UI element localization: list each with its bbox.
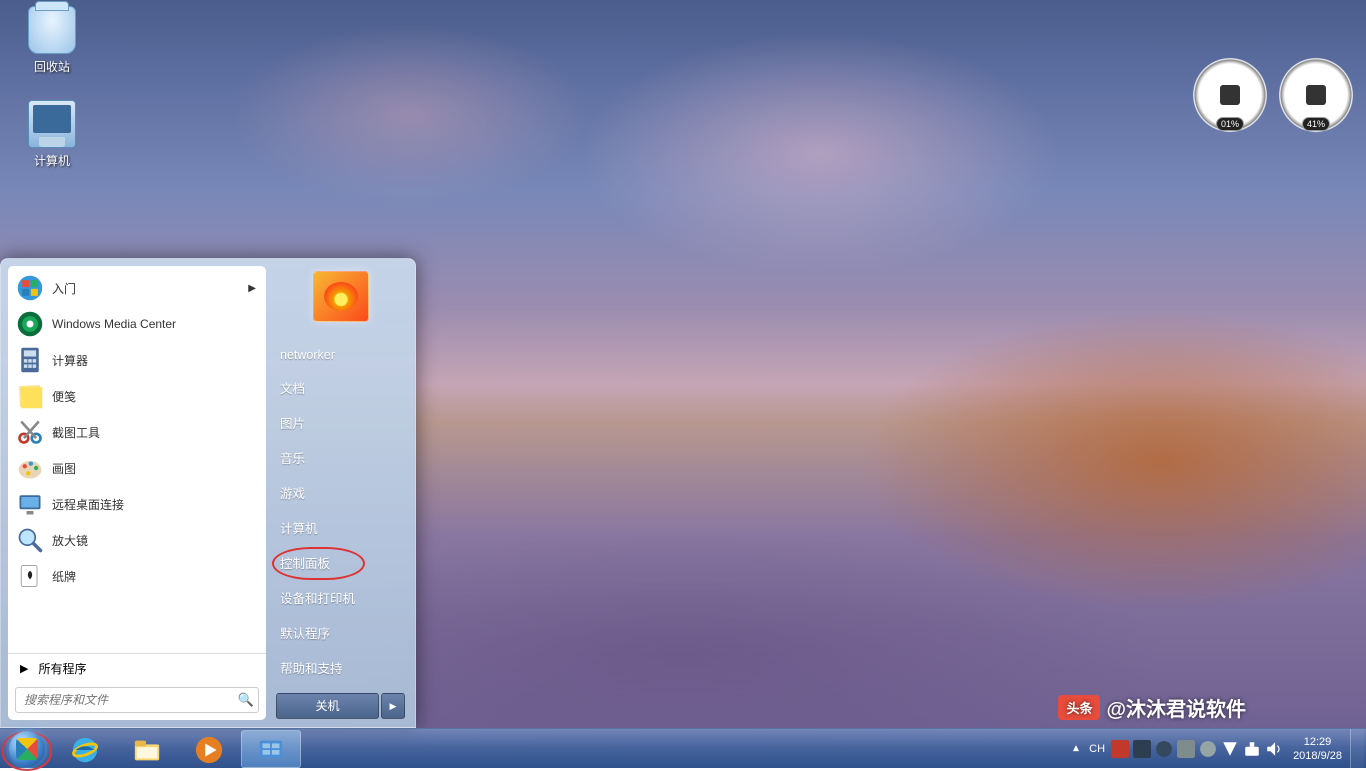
shutdown-row: 关机 ▶ bbox=[276, 693, 405, 719]
program-label: 纸牌 bbox=[52, 568, 76, 585]
taskbar-button-media-player[interactable] bbox=[179, 730, 239, 768]
desktop-wallpaper: 回收站 计算机 01% 41% 头条 @沐沐君说软件 入门 ▶ Windows Me… bbox=[0, 0, 1366, 768]
sidebar-gadgets: 01% 41% bbox=[1190, 55, 1356, 135]
taskbar-button-file-explorer[interactable] bbox=[117, 730, 177, 768]
program-item-snipping-tool[interactable]: 截图工具 bbox=[10, 414, 264, 450]
program-label: 远程桌面连接 bbox=[52, 496, 124, 513]
search-icon: 🔍 bbox=[234, 692, 258, 708]
start-right-computer-link[interactable]: 计算机 bbox=[276, 510, 405, 545]
sticky-notes-icon bbox=[16, 382, 44, 410]
watermark-logo: 头条 bbox=[1058, 695, 1100, 720]
desktop-icon-label: 计算机 bbox=[14, 152, 90, 169]
watermark: 头条 @沐沐君说软件 bbox=[1058, 693, 1246, 722]
search-input[interactable] bbox=[16, 693, 234, 707]
tray-app-icon[interactable] bbox=[1199, 740, 1217, 758]
start-menu-search[interactable]: 🔍 bbox=[15, 687, 259, 713]
program-item-paint[interactable]: 画图 bbox=[10, 450, 264, 486]
gauge-value: 41% bbox=[1302, 117, 1330, 131]
tray-app-icon[interactable] bbox=[1177, 740, 1195, 758]
magnifier-icon bbox=[16, 526, 44, 554]
media-center-icon bbox=[16, 310, 44, 338]
start-menu: 入门 ▶ Windows Media Center 计算器便笺截图工具画图远程桌面连接… bbox=[0, 258, 416, 728]
taskbar-button-internet-explorer[interactable] bbox=[55, 730, 115, 768]
remote-desktop-icon bbox=[16, 490, 44, 518]
shutdown-button[interactable]: 关机 bbox=[276, 693, 379, 719]
start-button[interactable] bbox=[0, 729, 54, 769]
getting-started-icon bbox=[16, 274, 44, 302]
internet-explorer-icon bbox=[70, 735, 100, 763]
calculator-icon bbox=[16, 346, 44, 374]
memory-gauge[interactable]: 41% bbox=[1276, 55, 1356, 135]
taskbar: ▾ CH 12:29 2018/9/28 bbox=[0, 728, 1366, 768]
program-item-calculator[interactable]: 计算器 bbox=[10, 342, 264, 378]
start-right-control-panel[interactable]: 控制面板 bbox=[276, 545, 405, 580]
desktop-icon-label: 回收站 bbox=[14, 58, 90, 75]
start-right-user-name[interactable]: networker bbox=[276, 340, 405, 370]
clock-time: 12:29 bbox=[1293, 735, 1342, 749]
paint-icon bbox=[16, 454, 44, 482]
solitaire-icon bbox=[16, 562, 44, 590]
gauge-value: 01% bbox=[1216, 117, 1244, 131]
tray-app-icon[interactable] bbox=[1111, 740, 1129, 758]
program-item-solitaire[interactable]: 纸牌 bbox=[10, 558, 264, 594]
program-item-sticky-notes[interactable]: 便笺 bbox=[10, 378, 264, 414]
volume-icon[interactable] bbox=[1265, 740, 1283, 758]
action-center-icon[interactable] bbox=[1221, 740, 1239, 758]
program-item-remote-desktop[interactable]: 远程桌面连接 bbox=[10, 486, 264, 522]
cpu-gauge[interactable]: 01% bbox=[1190, 55, 1270, 135]
network-icon[interactable] bbox=[1243, 740, 1261, 758]
tray-app-icon[interactable] bbox=[1155, 740, 1173, 758]
taskbar-clock[interactable]: 12:29 2018/9/28 bbox=[1285, 735, 1350, 763]
program-label: 计算器 bbox=[52, 352, 88, 369]
recycle-bin-icon bbox=[28, 6, 76, 54]
all-programs-label: 所有程序 bbox=[38, 660, 86, 677]
start-right-documents[interactable]: 文档 bbox=[276, 370, 405, 405]
program-label: Windows Media Center bbox=[52, 317, 176, 331]
start-right-help-support[interactable]: 帮助和支持 bbox=[276, 650, 405, 685]
submenu-arrow-icon: ▶ bbox=[248, 283, 256, 294]
start-menu-right-pane: networker文档图片音乐游戏计算机控制面板设备和打印机默认程序帮助和支持 … bbox=[266, 259, 415, 727]
start-menu-left-pane: 入门 ▶ Windows Media Center 计算器便笺截图工具画图远程桌面连接… bbox=[8, 266, 266, 720]
desktop-icon-recycle-bin[interactable]: 回收站 bbox=[14, 6, 90, 75]
user-picture[interactable] bbox=[313, 271, 369, 322]
program-label: 截图工具 bbox=[52, 424, 100, 441]
start-menu-programs-list: 入门 ▶ Windows Media Center 计算器便笺截图工具画图远程桌面连接… bbox=[8, 266, 266, 653]
start-right-devices-printers[interactable]: 设备和打印机 bbox=[276, 580, 405, 615]
program-label: 放大镜 bbox=[52, 532, 88, 549]
program-label: 入门 bbox=[52, 280, 76, 297]
tray-expand-button[interactable]: ▾ bbox=[1067, 742, 1085, 756]
start-right-music[interactable]: 音乐 bbox=[276, 440, 405, 475]
windows-logo-icon bbox=[9, 731, 45, 767]
all-programs-button[interactable]: ▶ 所有程序 bbox=[8, 653, 266, 683]
clock-date: 2018/9/28 bbox=[1293, 749, 1342, 763]
snipping-tool-icon bbox=[16, 418, 44, 446]
tray-app-icon[interactable] bbox=[1133, 740, 1151, 758]
computer-icon bbox=[28, 100, 76, 148]
start-right-default-programs[interactable]: 默认程序 bbox=[276, 615, 405, 650]
shutdown-options-button[interactable]: ▶ bbox=[381, 693, 405, 719]
system-tray: ▾ CH 12:29 2018/9/28 bbox=[1067, 729, 1366, 768]
program-item-media-center[interactable]: Windows Media Center bbox=[10, 306, 264, 342]
start-right-pictures[interactable]: 图片 bbox=[276, 405, 405, 440]
watermark-text: @沐沐君说软件 bbox=[1106, 693, 1246, 722]
control-panel-task-icon bbox=[256, 735, 286, 763]
taskbar-button-control-panel-task[interactable] bbox=[241, 730, 301, 768]
program-label: 画图 bbox=[52, 460, 76, 477]
program-item-getting-started[interactable]: 入门 ▶ bbox=[10, 270, 264, 306]
program-item-magnifier[interactable]: 放大镜 bbox=[10, 522, 264, 558]
language-indicator[interactable]: CH bbox=[1085, 743, 1109, 755]
desktop-icon-computer[interactable]: 计算机 bbox=[14, 100, 90, 169]
media-player-icon bbox=[194, 735, 224, 763]
show-desktop-button[interactable] bbox=[1350, 729, 1364, 769]
program-label: 便笺 bbox=[52, 388, 76, 405]
file-explorer-icon bbox=[132, 735, 162, 763]
start-right-games[interactable]: 游戏 bbox=[276, 475, 405, 510]
arrow-right-icon: ▶ bbox=[20, 662, 28, 675]
